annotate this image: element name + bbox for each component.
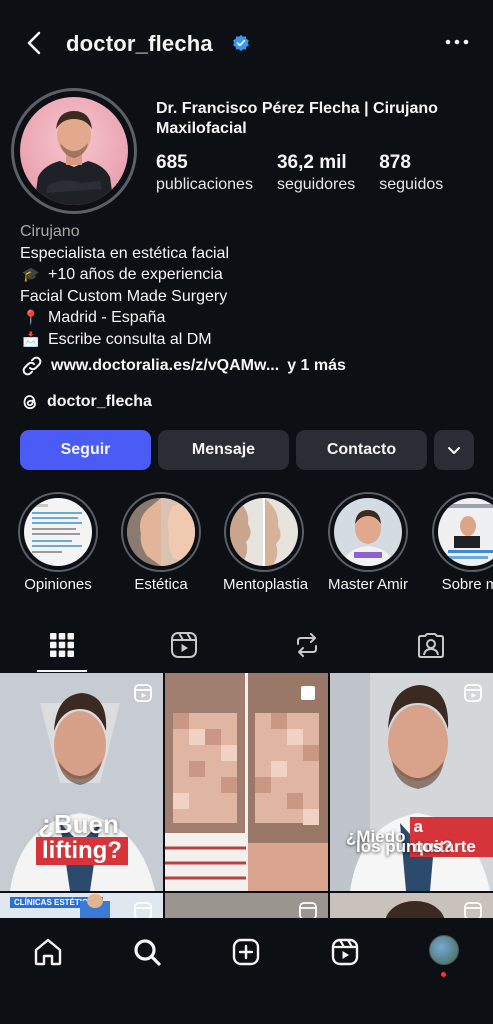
threads-handle: doctor_flecha [47,393,152,410]
notification-dot [441,972,446,977]
about-me-thumbnail [448,504,493,559]
bio-text: Escribe consulta al DM [48,330,212,348]
profile-bio: Cirujano Especialista en estética facial… [20,221,480,350]
link-url[interactable]: www.doctoralia.es/z/vQAMw... [51,357,279,375]
profile-nav-avatar[interactable] [429,935,459,965]
highlight-estetica[interactable]: Estética [120,492,202,593]
link-icon [22,356,42,376]
post-caption: ¿Buen [38,809,119,839]
post-image [330,673,493,891]
follow-button[interactable]: Seguir [20,430,151,470]
highlight-mentoplastia[interactable]: Mentoplastia [223,492,309,593]
active-tab-indicator [37,670,87,672]
highlight-sobre-mi[interactable]: Sobre mí [431,492,493,593]
highlight-opiniones[interactable]: Opiniones [17,492,99,593]
profile-category: Cirujano [20,223,80,240]
stat-following[interactable]: 878 seguidos [379,152,443,194]
chevron-down-icon [448,447,460,454]
stat-label: seguidos [379,176,444,193]
highlight-label: Mentoplastia [223,576,309,593]
threads-icon [23,395,36,410]
posts-grid: ¿Buen lifting? ¿Miedo a quitarte los pun… [0,673,493,923]
grid-icon[interactable] [47,630,77,660]
post-image [165,673,328,891]
profile-link[interactable]: www.doctoralia.es/z/vQAMw... y 1 más [20,354,346,378]
bio-line: Especialista en estética facial [20,244,229,262]
suggested-users-button[interactable] [434,430,474,470]
highlight-label: Sobre mí [441,576,493,593]
stat-followers[interactable]: 36,2 mil seguidores [277,152,355,194]
post-caption-highlight: lifting? [36,837,128,865]
stat-value: 685 [156,152,188,173]
avatar-photo [20,97,128,205]
link-more[interactable]: y 1 más [287,357,346,375]
post-tile[interactable] [165,673,328,891]
post-caption: los puntos? [356,837,453,856]
highlight-label: Opiniones [24,576,92,593]
verified-icon [233,34,249,52]
bio-line: 📩 Escribe consulta al DM [20,329,480,351]
bio-text: Madrid - España [48,309,166,326]
profile-full-name: Dr. Francisco Pérez Flecha | Cirujano Ma… [156,100,438,137]
doctor-portrait-thumbnail [342,510,394,566]
post-tile[interactable]: ¿Buen lifting? [0,673,163,891]
highlight-label: Master Amir [327,576,408,593]
create-post-icon[interactable] [230,936,262,968]
envelope-icon: 📩 [22,330,40,347]
reposts-icon[interactable] [292,630,322,660]
highlight-label: Estética [134,576,188,593]
chin-profile-thumbnail [230,498,281,566]
back-icon[interactable] [20,28,50,58]
profile-tabs [0,620,493,672]
stat-posts[interactable]: 685 publicaciones [156,152,253,194]
reel-badge-icon [464,684,482,702]
contact-button[interactable]: Contacto [296,430,427,470]
profile-actions: Seguir Mensaje Contacto [20,430,474,470]
stat-label: publicaciones [156,176,253,193]
search-icon[interactable] [131,936,163,968]
story-highlights: Opiniones Estética Mentoplastia Master A… [0,492,493,602]
threads-link[interactable]: doctor_flecha [20,392,152,412]
location-pin-icon: 📍 [22,309,40,325]
graduation-cap-icon: 🎓 [22,266,40,282]
highlight-master-amir[interactable]: Master Amir [327,492,409,593]
bottom-navigation [0,918,493,1024]
message-button[interactable]: Mensaje [158,430,289,470]
reels-nav-icon[interactable] [329,936,361,968]
bio-text: +10 años de experiencia [48,266,223,283]
reviews-thumbnail [32,504,82,553]
profile-username: doctor_flecha [66,31,213,56]
post-tile[interactable]: ¿Miedo a quitarte los puntos? [330,673,493,891]
home-icon[interactable] [32,936,64,968]
bio-line: 📍 Madrid - España [20,307,480,329]
tagged-icon[interactable] [416,630,446,660]
stat-label: seguidores [276,176,356,193]
profile-header: doctor_flecha [0,22,493,66]
reels-icon[interactable] [169,630,199,660]
stat-value: 36,2 mil [276,152,347,173]
bio-line: 🎓 +10 años de experiencia [20,264,480,286]
bio-line: Facial Custom Made Surgery [20,287,228,305]
profile-stats: 685 publicaciones 36,2 mil seguidores 87… [156,152,486,194]
multi-post-icon [301,686,315,700]
reel-badge-icon [134,684,152,702]
more-options-icon[interactable] [443,30,471,54]
stat-value: 878 [379,152,411,173]
profile-avatar[interactable] [11,88,137,214]
face-profile-thumbnail [127,498,195,566]
